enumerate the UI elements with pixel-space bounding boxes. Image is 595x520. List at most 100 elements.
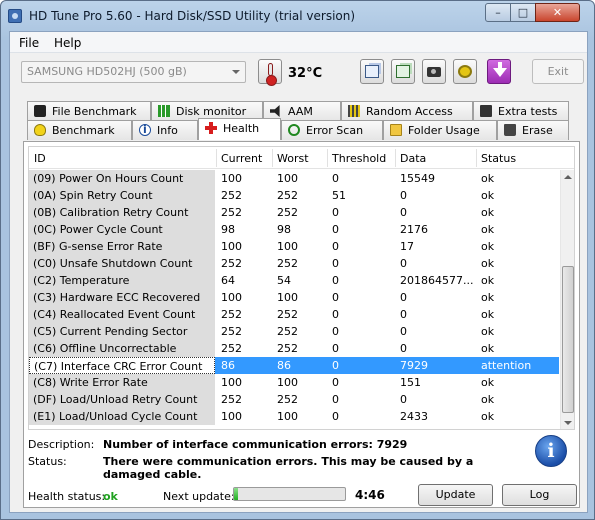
lightbulb-icon	[34, 124, 46, 136]
copy-text-button[interactable]	[360, 59, 384, 84]
tab-error-scan[interactable]: Error Scan	[281, 120, 383, 140]
cell-status: ok	[481, 189, 495, 202]
exit-arrow-button[interactable]	[487, 59, 511, 84]
cell-current: 252	[221, 308, 242, 321]
cell-status: ok	[481, 410, 495, 423]
table-row[interactable]: (0A) Spin Retry Count 252 252 51 0 ok	[29, 187, 559, 204]
cell-current: 98	[221, 223, 235, 236]
options-icon	[458, 65, 472, 78]
tab-label: AAM	[288, 105, 313, 118]
table-row[interactable]: (C4) Reallocated Event Count 252 252 0 0 ok	[29, 306, 559, 323]
tab-random-access[interactable]: Random Access	[341, 101, 473, 121]
tab-label: Erase	[522, 124, 553, 137]
table-row[interactable]: (C7) Interface CRC Error Count 86 86 0 7929 a…	[29, 357, 559, 374]
table-row[interactable]: (C6) Offline Uncorrectable 252 252 0 0 ok	[29, 340, 559, 357]
cell-current: 86	[221, 359, 235, 372]
scroll-down-icon[interactable]	[561, 416, 574, 429]
tab-health[interactable]: Health	[198, 118, 281, 140]
cell-worst: 98	[277, 223, 291, 236]
cell-worst: 86	[277, 359, 291, 372]
table-row[interactable]: (C0) Unsafe Shutdown Count 252 252 0 0 ok	[29, 255, 559, 272]
chevron-down-icon	[232, 70, 240, 74]
column-separator[interactable]	[216, 149, 217, 167]
close-button[interactable]: ✕	[535, 3, 580, 22]
cell-worst: 252	[277, 308, 298, 321]
update-button[interactable]: Update	[418, 484, 493, 506]
tab-folder-usage[interactable]: Folder Usage	[383, 120, 497, 140]
minimize-button[interactable]: –	[485, 3, 511, 22]
column-header-id[interactable]: ID	[34, 152, 46, 165]
table-header: ID Current Worst Threshold Data Status	[29, 147, 574, 169]
column-separator[interactable]	[476, 149, 477, 167]
cell-threshold: 0	[332, 393, 339, 406]
cell-data: 0	[400, 342, 407, 355]
cell-status: ok	[481, 308, 495, 321]
table-row[interactable]: (09) Power On Hours Count 100 100 0 15549 ok	[29, 170, 559, 187]
cell-worst: 252	[277, 342, 298, 355]
cell-status: ok	[481, 240, 495, 253]
cell-threshold: 0	[332, 359, 339, 372]
table-row[interactable]: (BF) G-sense Error Rate 100 100 0 17 ok	[29, 238, 559, 255]
maximize-button[interactable]: □	[510, 3, 536, 22]
table-row[interactable]: (C5) Current Pending Sector 252 252 0 0 ok	[29, 323, 559, 340]
tab-info[interactable]: Info	[132, 120, 198, 140]
toolbar: SAMSUNG HD502HJ (500 gB) 32°C Exit	[10, 54, 587, 94]
tab-label: Info	[157, 124, 178, 137]
menu-file[interactable]: File	[19, 36, 39, 50]
cell-data: 0	[400, 393, 407, 406]
cell-current: 100	[221, 376, 242, 389]
tab-label: Health	[223, 122, 260, 135]
temperature-button[interactable]	[258, 59, 282, 86]
thermometer-icon	[266, 63, 277, 86]
column-header-threshold[interactable]: Threshold	[332, 152, 386, 165]
cell-worst: 100	[277, 291, 298, 304]
column-separator[interactable]	[272, 149, 273, 167]
column-separator[interactable]	[327, 149, 328, 167]
info-small-icon	[139, 123, 151, 136]
cell-id: (C0) Unsafe Shutdown Count	[29, 255, 215, 272]
table-row[interactable]: (C2) Temperature 64 54 0 201864577... ok	[29, 272, 559, 289]
tab-erase[interactable]: Erase	[497, 120, 569, 140]
temperature-value: 32°C	[288, 66, 323, 81]
table-row[interactable]: (C3) Hardware ECC Recovered 100 100 0 0 ok	[29, 289, 559, 306]
drive-select[interactable]: SAMSUNG HD502HJ (500 gB)	[21, 61, 246, 83]
options-button[interactable]	[453, 59, 477, 84]
vertical-scrollbar[interactable]	[560, 170, 574, 429]
column-separator[interactable]	[395, 149, 396, 167]
cell-current: 64	[221, 274, 235, 287]
exit-button[interactable]: Exit	[532, 59, 584, 84]
screenshot-button[interactable]	[422, 59, 446, 84]
info-icon: i	[535, 435, 567, 467]
cell-data: 17	[400, 240, 414, 253]
drive-select-value: SAMSUNG HD502HJ (500 gB)	[27, 65, 187, 78]
table-row[interactable]: (E1) Load/Unload Cycle Count 100 100 0 2433 o…	[29, 408, 559, 425]
table-row[interactable]: (0C) Power Cycle Count 98 98 0 2176 ok	[29, 221, 559, 238]
table-row[interactable]: (C8) Write Error Rate 100 100 0 151 ok	[29, 374, 559, 391]
cell-data: 2176	[400, 223, 428, 236]
tab-strip: File Benchmark Disk monitor AAM Random A…	[10, 101, 587, 141]
copy-screenshot-button[interactable]	[391, 59, 415, 84]
table-row[interactable]: (0B) Calibration Retry Count 252 252 0 0 ok	[29, 204, 559, 221]
scroll-thumb[interactable]	[562, 266, 574, 413]
magnifier-icon	[288, 124, 300, 136]
cell-id: (09) Power On Hours Count	[29, 170, 215, 187]
cell-data: 0	[400, 291, 407, 304]
scroll-up-icon[interactable]	[561, 170, 574, 184]
log-button[interactable]: Log	[502, 484, 577, 506]
tab-file-benchmark[interactable]: File Benchmark	[27, 101, 151, 121]
cell-threshold: 0	[332, 308, 339, 321]
cell-data: 2433	[400, 410, 428, 423]
table-row[interactable]: (DF) Load/Unload Retry Count 252 252 0 0 ok	[29, 391, 559, 408]
cell-status: ok	[481, 291, 495, 304]
cell-data: 15549	[400, 172, 435, 185]
cell-id: (C5) Current Pending Sector	[29, 323, 215, 340]
column-header-current[interactable]: Current	[221, 152, 262, 165]
tab-benchmark[interactable]: Benchmark	[27, 120, 132, 140]
tab-extra-tests[interactable]: Extra tests	[473, 101, 569, 121]
menu-help[interactable]: Help	[54, 36, 81, 50]
column-header-worst[interactable]: Worst	[277, 152, 309, 165]
description-label: Description:	[28, 438, 95, 451]
cell-worst: 54	[277, 274, 291, 287]
column-header-data[interactable]: Data	[400, 152, 426, 165]
column-header-status[interactable]: Status	[481, 152, 516, 165]
